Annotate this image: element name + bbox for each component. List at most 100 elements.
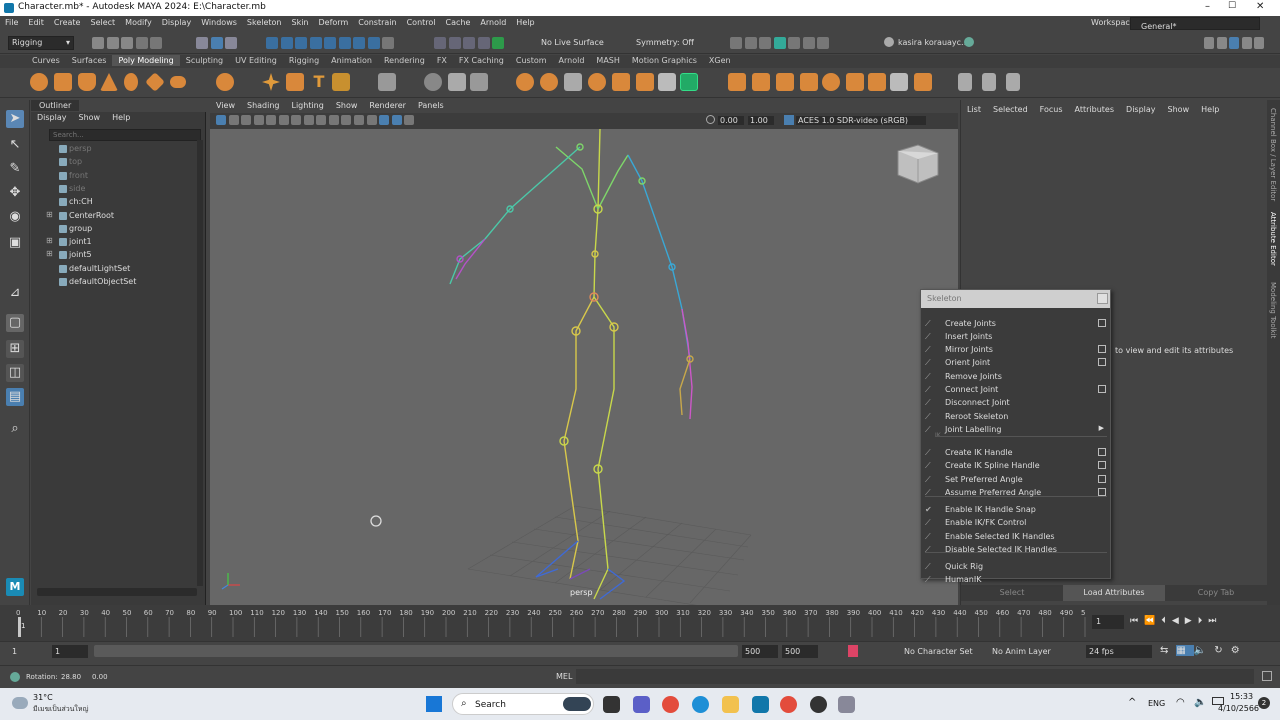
arnold-render-icon[interactable] <box>802 37 815 49</box>
outliner-item[interactable]: side <box>31 183 196 196</box>
bridge-icon[interactable] <box>564 73 582 91</box>
start-icon[interactable] <box>426 696 442 712</box>
chrome-2-icon[interactable] <box>780 696 797 713</box>
close-button[interactable]: ✕ <box>1256 1 1264 12</box>
cache-icon[interactable]: ▦ <box>1176 645 1194 656</box>
paint-select-icon[interactable]: ✎ <box>6 160 24 178</box>
color-management-icon[interactable] <box>784 115 794 125</box>
menu-item-assume-preferred-angle[interactable]: ⟋ Assume Preferred Angle <box>921 486 1110 499</box>
range-bar[interactable] <box>94 645 738 657</box>
mask-render-icon[interactable] <box>353 37 366 49</box>
play-forward-icon[interactable]: ▶ <box>1185 616 1198 626</box>
snap-point-icon[interactable] <box>463 37 476 49</box>
wireframe-icon[interactable] <box>316 115 327 125</box>
move-tool-icon[interactable]: ✥ <box>6 184 24 202</box>
mask-curves-icon[interactable] <box>295 37 308 49</box>
colorspace-select[interactable]: ACES 1.0 SDR-video (sRGB) <box>796 116 926 125</box>
render-settings-icon[interactable] <box>773 37 786 49</box>
mirror-icon[interactable] <box>636 73 654 91</box>
view-cube[interactable] <box>897 144 939 184</box>
outliner-item[interactable]: ⊞ joint1 <box>31 236 196 249</box>
refresh-icon[interactable]: ↻ <box>1214 645 1230 656</box>
maya-home-icon[interactable]: M <box>6 578 24 596</box>
ipr-render-icon[interactable] <box>759 37 772 49</box>
single-pane-icon[interactable]: ▢ <box>6 314 24 332</box>
mask-handles-icon[interactable] <box>266 37 278 49</box>
layout-uv-icon[interactable] <box>890 73 908 91</box>
bookmark-icon[interactable] <box>241 115 252 125</box>
outliner-layout-icon[interactable]: ▤ <box>6 388 24 406</box>
shelf-tab-custom[interactable]: Custom <box>510 55 553 66</box>
poly-disc-icon[interactable] <box>170 76 186 88</box>
mel-input[interactable] <box>576 669 1254 684</box>
outliner-item[interactable]: ⊞ joint5 <box>31 249 196 262</box>
uv-editor-icon[interactable] <box>680 73 698 91</box>
notification-badge[interactable]: 2 <box>1258 697 1270 709</box>
user-avatar[interactable] <box>884 37 894 47</box>
poly-cone-icon[interactable] <box>100 73 118 91</box>
outliner-item[interactable]: defaultObjectSet <box>31 276 196 289</box>
menu-help[interactable]: Help <box>511 16 539 27</box>
ae-menu-show[interactable]: Show <box>1162 105 1196 114</box>
outliner-vscrollbar[interactable] <box>197 140 203 586</box>
menu-select[interactable]: Select <box>85 16 120 27</box>
four-pane-icon[interactable]: ⊞ <box>6 340 24 358</box>
tab-channel-box[interactable]: Channel Box / Layer Editor <box>1269 108 1277 201</box>
layout-attr-icon[interactable] <box>1254 37 1265 49</box>
option-box-icon[interactable] <box>1098 319 1106 327</box>
tear-off-button[interactable] <box>1097 293 1108 304</box>
menu-skeleton[interactable]: Skeleton <box>242 16 287 27</box>
shelf-tab-xgen[interactable]: XGen <box>703 55 737 66</box>
menu-item-set-preferred-angle[interactable]: ⟋ Set Preferred Angle <box>921 473 1110 486</box>
menuset-select[interactable]: Rigging ▾ <box>8 36 74 50</box>
fps-select[interactable]: 24 fps <box>1086 645 1152 658</box>
menu-control[interactable]: Control <box>402 16 441 27</box>
user-name[interactable]: kasira korauayc... <box>898 38 969 47</box>
scale-tool-icon[interactable]: ▣ <box>6 234 24 252</box>
save-scene-icon[interactable] <box>121 37 134 49</box>
fill-hole-icon[interactable] <box>658 73 676 91</box>
outliner-item[interactable]: front <box>31 170 196 183</box>
option-box-icon[interactable] <box>1098 448 1106 456</box>
poly-plane-icon[interactable] <box>145 72 165 92</box>
clock-time[interactable]: 15:33 <box>1230 692 1253 701</box>
option-box-icon[interactable] <box>1098 488 1106 496</box>
grid-icon[interactable] <box>266 115 277 125</box>
task-view-icon[interactable] <box>603 696 620 713</box>
sculpt-tool-icon[interactable] <box>1006 73 1020 91</box>
ae-menu-attributes[interactable]: Attributes <box>1069 105 1121 114</box>
character-set-select[interactable]: No Character Set <box>904 647 973 656</box>
isolate-icon[interactable] <box>404 115 415 125</box>
scene-start-field[interactable]: 1 <box>12 647 17 656</box>
shelf-tab-motion-graphics[interactable]: Motion Graphics <box>626 55 703 66</box>
ae-menu-list[interactable]: List <box>961 105 987 114</box>
menu-item-remove-joints[interactable]: ⟋ Remove Joints <box>921 370 1110 383</box>
menu-deform[interactable]: Deform <box>314 16 354 27</box>
viewport-menu-lighting[interactable]: Lighting <box>285 100 329 111</box>
snap-curve-icon[interactable] <box>448 37 461 49</box>
mask-misc-icon[interactable] <box>367 37 380 49</box>
clock-date[interactable]: 4/10/2566 <box>1218 704 1259 713</box>
menu-item-enable-ik-fk-control[interactable]: ⟋ Enable IK/FK Control <box>921 516 1110 529</box>
anim-end-field[interactable]: 500 <box>742 645 778 658</box>
cut-uv-icon[interactable] <box>846 73 864 91</box>
menu-item-enable-selected-ik-handles[interactable]: ⟋ Enable Selected IK Handles <box>921 530 1110 543</box>
outliner-item[interactable]: ⊞ CenterRoot <box>31 210 196 223</box>
menu-item-create-joints[interactable]: ⟋ Create Joints <box>921 317 1110 330</box>
anim-layer-select[interactable]: No Anim Layer <box>992 647 1051 656</box>
weather-temp[interactable]: 31°C <box>33 693 53 702</box>
ae-select-button[interactable]: Select <box>961 585 1063 601</box>
shelf-tab-uv-editing[interactable]: UV Editing <box>229 55 283 66</box>
menu-item-humanik[interactable]: ⟋ HumanIK <box>921 573 1110 586</box>
image-plane-icon[interactable] <box>253 115 264 125</box>
poly-cube-icon[interactable] <box>54 73 72 91</box>
type-tool-icon[interactable]: T <box>310 73 328 91</box>
app-icon[interactable] <box>810 696 827 713</box>
symmetry-label[interactable]: Symmetry: Off <box>636 38 694 47</box>
shelf-tab-sculpting[interactable]: Sculpting <box>180 55 229 66</box>
ae-menu-focus[interactable]: Focus <box>1034 105 1069 114</box>
symmetry-tool-icon[interactable] <box>982 73 996 91</box>
side-by-side-icon[interactable]: ◫ <box>6 364 24 382</box>
soft-select-icon[interactable] <box>958 73 972 91</box>
menu-edit[interactable]: Edit <box>23 16 49 27</box>
